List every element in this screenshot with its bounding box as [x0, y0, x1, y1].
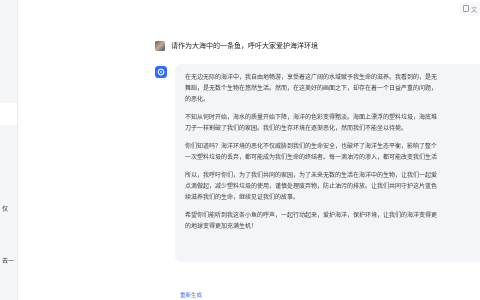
- reply-paragraph: 在无边无际的海洋中，我自由地畅游，享受着这广阔的水域赋予我生命的滋养。我看到的，…: [185, 74, 438, 103]
- left-sidebar: 仅 去一: [0, 0, 18, 300]
- reply-paragraph: 希望你们能听到我这条小鱼的呼声，一起行动起来，爱护海洋，保护环境，让我们的海洋变…: [185, 212, 438, 230]
- user-avatar: [155, 41, 165, 51]
- reply-paragraph: 不知从何时开始，海水的质量开始下降，海洋的色彩变得黯淡。海面上漂浮的塑料垃圾，海…: [185, 114, 438, 132]
- user-message-row: 请作为大海中的一条鱼，呼吁大家爱护海洋环境: [155, 41, 318, 51]
- reply-paragraph: 所以，我呼吁你们，为了我们共同的家园，为了未来无数的生活在海洋中的生物，让我们一…: [185, 172, 438, 201]
- sidebar-item-fragment[interactable]: 去一: [2, 256, 16, 265]
- sidebar-item-fragment[interactable]: 仅: [2, 204, 16, 213]
- chat-area: 请作为大海中的一条鱼，呼吁大家爱护海洋环境 在无边无际的海洋中，我自由地畅游，享…: [155, 0, 480, 300]
- sidebar-selected-item[interactable]: [0, 103, 17, 125]
- regenerate-button[interactable]: 重新生成: [180, 291, 202, 299]
- assistant-reply: 在无边无际的海洋中，我自由地畅游，享受着这广阔的水域赋予我生命的滋养。我看到的，…: [175, 64, 480, 262]
- assistant-logo-icon: [157, 68, 165, 76]
- reply-paragraph: 你们知道吗？海洋环境的恶化不仅威胁到我们的生命安全，也破坏了海洋生态平衡，影响了…: [185, 143, 438, 161]
- user-message: 请作为大海中的一条鱼，呼吁大家爱护海洋环境: [171, 42, 318, 50]
- assistant-avatar: [155, 66, 167, 78]
